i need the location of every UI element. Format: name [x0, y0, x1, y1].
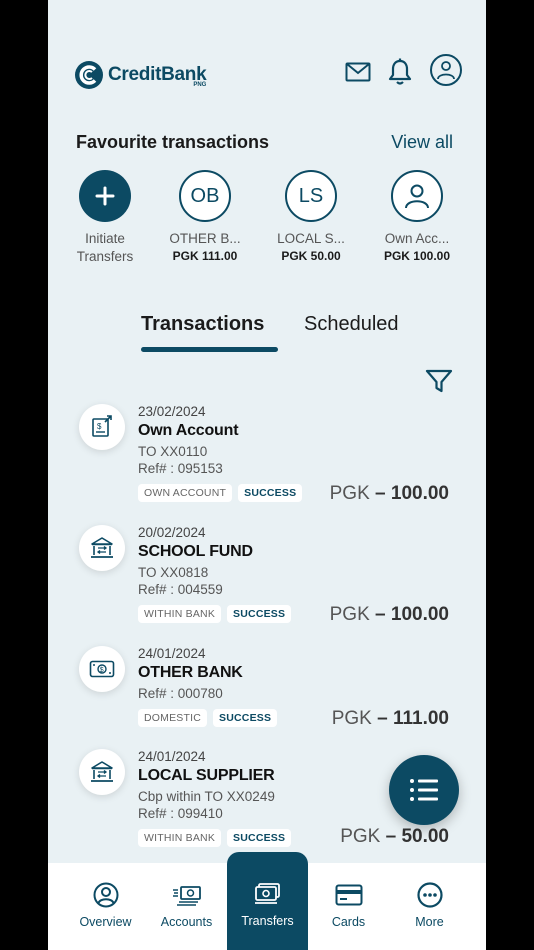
- fav-name: Own Acc...: [384, 231, 450, 246]
- document-dollar-icon: $: [79, 404, 125, 450]
- txn-ref: Ref# : 099410: [138, 806, 223, 821]
- mail-icon[interactable]: [342, 56, 374, 88]
- txn-tags: DOMESTIC SUCCESS: [138, 709, 278, 727]
- transaction-row[interactable]: $ 23/02/2024 Own Account TO XX0110 Ref# …: [48, 404, 486, 514]
- txn-amount: PGK – 111.00: [332, 708, 449, 730]
- txn-type-badge: WITHIN BANK: [138, 605, 222, 623]
- fav-local-supplier[interactable]: LS LOCAL S... PGK 50.00: [266, 170, 356, 263]
- txn-tags: OWN ACCOUNT SUCCESS: [138, 484, 303, 502]
- nav-label: More: [415, 915, 444, 929]
- txn-account: Cbp within TO XX0249: [138, 789, 275, 804]
- txn-type-badge: OWN ACCOUNT: [138, 484, 233, 502]
- app-screen: CreditBank PNG Favourite transactions Vi…: [48, 0, 486, 950]
- txn-name: LOCAL SUPPLIER: [138, 767, 275, 784]
- txn-name: SCHOOL FUND: [138, 543, 253, 560]
- txn-currency: PGK: [329, 483, 370, 504]
- txn-date: 24/01/2024: [138, 749, 206, 764]
- nav-label: Overview: [79, 915, 132, 929]
- txn-date: 20/02/2024: [138, 525, 206, 540]
- cash-icon: $: [79, 646, 125, 692]
- bank-transfer-icon: [79, 525, 125, 571]
- fav-amount: PGK 111.00: [172, 249, 238, 263]
- nav-transfers[interactable]: Transfers: [227, 852, 308, 950]
- list-menu-fab[interactable]: [389, 755, 459, 825]
- txn-date: 24/01/2024: [138, 646, 206, 661]
- brand-name: CreditBank: [108, 64, 207, 85]
- fav-label-line1: Initiate: [85, 231, 125, 246]
- transfer-icon: [227, 880, 308, 908]
- list-icon: [410, 779, 438, 801]
- active-tab-indicator: [141, 347, 278, 352]
- txn-amount-value: – 100.00: [375, 483, 449, 504]
- user-circle-icon: [65, 881, 146, 909]
- more-icon: [389, 881, 470, 909]
- txn-currency: PGK: [340, 826, 381, 847]
- txn-ref: Ref# : 000780: [138, 686, 223, 701]
- txn-type-badge: WITHIN BANK: [138, 829, 222, 847]
- brand-sub: PNG: [193, 82, 207, 88]
- fav-amount: PGK 50.00: [281, 249, 341, 263]
- fav-amount: PGK 100.00: [383, 249, 451, 263]
- tab-scheduled[interactable]: Scheduled: [304, 313, 399, 336]
- txn-amount-value: – 111.00: [377, 708, 449, 729]
- nav-cards[interactable]: Cards: [308, 863, 389, 950]
- fav-avatar: LS: [285, 170, 337, 222]
- favourites-title: Favourite transactions: [76, 132, 270, 152]
- txn-type-badge: DOMESTIC: [138, 709, 208, 727]
- status-badge: SUCCESS: [227, 829, 292, 847]
- filter-icon[interactable]: [424, 366, 454, 396]
- txn-name: OTHER BANK: [138, 664, 243, 681]
- user-icon: [391, 170, 443, 222]
- txn-account: TO XX0818: [138, 565, 209, 580]
- txn-tags: WITHIN BANK SUCCESS: [138, 605, 292, 623]
- txn-currency: PGK: [331, 708, 372, 729]
- nav-accounts[interactable]: Accounts: [146, 863, 227, 950]
- money-stack-icon: [146, 881, 227, 909]
- view-all-link[interactable]: View all: [391, 132, 453, 153]
- txn-date: 23/02/2024: [138, 404, 206, 419]
- transaction-row[interactable]: 20/02/2024 SCHOOL FUND TO XX0818 Ref# : …: [48, 525, 486, 635]
- txn-account: TO XX0110: [138, 444, 208, 459]
- fav-name: OTHER B...: [169, 231, 241, 246]
- txn-amount-value: – 50.00: [385, 826, 449, 847]
- svg-text:$: $: [97, 422, 102, 431]
- transaction-row[interactable]: $ 24/01/2024 OTHER BANK Ref# : 000780 DO…: [48, 646, 486, 736]
- svg-text:$: $: [100, 667, 104, 674]
- nav-label: Transfers: [241, 914, 294, 928]
- nav-label: Cards: [331, 915, 366, 929]
- nav-label: Accounts: [160, 915, 213, 929]
- fav-label-line2: Transfers: [76, 249, 134, 264]
- status-badge: SUCCESS: [227, 605, 292, 623]
- fav-name: LOCAL S...: [277, 231, 345, 246]
- status-badge: SUCCESS: [213, 709, 278, 727]
- nav-more[interactable]: More: [389, 863, 470, 950]
- bank-transfer-icon: [79, 749, 125, 795]
- txn-amount-value: – 100.00: [375, 604, 449, 625]
- nav-overview[interactable]: Overview: [65, 863, 146, 950]
- card-icon: [308, 881, 389, 909]
- bell-icon[interactable]: [384, 56, 416, 88]
- fav-other-bank[interactable]: OB OTHER B... PGK 111.00: [160, 170, 250, 263]
- txn-tags: WITHIN BANK SUCCESS: [138, 829, 292, 847]
- txn-currency: PGK: [329, 604, 370, 625]
- txn-ref: Ref# : 095153: [138, 461, 223, 476]
- plus-icon: [79, 170, 131, 222]
- tab-transactions[interactable]: Transactions: [141, 313, 264, 336]
- fav-avatar: OB: [179, 170, 231, 222]
- brand-logo: CreditBank PNG: [74, 60, 207, 90]
- txn-amount: PGK – 100.00: [330, 604, 449, 626]
- status-badge: SUCCESS: [238, 484, 303, 502]
- profile-icon[interactable]: [430, 54, 462, 86]
- fav-initiate-transfers[interactable]: Initiate Transfers: [60, 170, 150, 266]
- txn-amount: PGK – 100.00: [330, 483, 449, 505]
- brand-mark-icon: [75, 61, 103, 89]
- fav-own-account[interactable]: Own Acc... PGK 100.00: [372, 170, 462, 263]
- txn-amount: PGK – 50.00: [340, 826, 449, 848]
- txn-ref: Ref# : 004559: [138, 582, 223, 597]
- txn-name: Own Account: [138, 422, 239, 439]
